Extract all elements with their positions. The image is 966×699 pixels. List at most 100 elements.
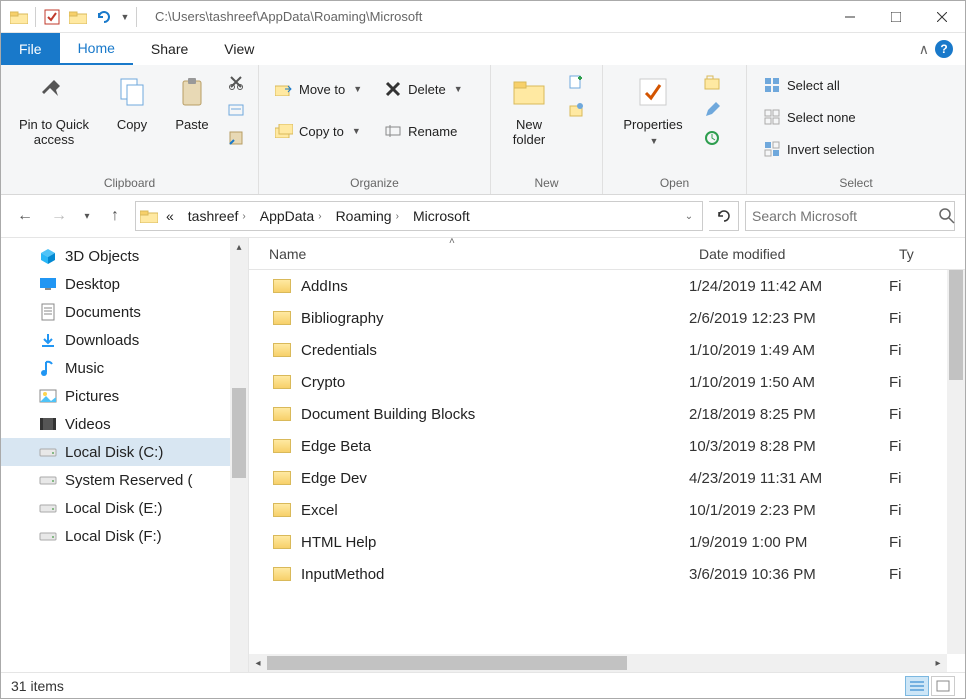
tree-item-videos[interactable]: Videos	[1, 410, 248, 438]
navpane-scrollbar[interactable]: ▴	[230, 238, 248, 672]
tree-item-music[interactable]: Music	[1, 354, 248, 382]
paste-shortcut-icon[interactable]	[227, 129, 245, 147]
group-label-clipboard: Clipboard	[1, 174, 258, 194]
maximize-button[interactable]	[873, 1, 919, 33]
tree-item-label: Local Disk (F:)	[65, 528, 162, 545]
hscroll-right-icon[interactable]: ▸	[929, 658, 947, 669]
file-row[interactable]: Credentials1/10/2019 1:49 AMFi	[249, 334, 947, 366]
move-to-button[interactable]: Move to▼	[269, 77, 368, 101]
details-view-button[interactable]	[905, 676, 929, 696]
thumbnails-view-button[interactable]	[931, 676, 955, 696]
tree-item-label: Local Disk (C:)	[65, 444, 163, 461]
collapse-ribbon-icon[interactable]: ∧	[919, 41, 929, 58]
qat-undo-icon[interactable]	[92, 5, 116, 29]
qat-customize-dropdown[interactable]: ▼	[118, 5, 132, 29]
address-dropdown[interactable]: ⌄	[680, 211, 698, 222]
tree-item-local-disk-f[interactable]: Local Disk (F:)	[1, 522, 248, 550]
tree-item-pictures[interactable]: Pictures	[1, 382, 248, 410]
tree-item-downloads[interactable]: Downloads	[1, 326, 248, 354]
list-vertical-scrollbar[interactable]	[947, 270, 965, 654]
hscroll-left-icon[interactable]: ◂	[249, 658, 267, 669]
copy-button[interactable]: Copy	[107, 71, 157, 132]
copy-to-button[interactable]: Copy to▼	[269, 119, 368, 143]
file-date: 1/10/2019 1:49 AM	[689, 342, 889, 359]
file-row[interactable]: Edge Dev4/23/2019 11:31 AMFi	[249, 462, 947, 494]
edit-icon[interactable]	[703, 101, 721, 119]
tree-item-system-reserved[interactable]: System Reserved (	[1, 466, 248, 494]
picture-icon	[39, 387, 57, 405]
tree-item-local-disk-c[interactable]: Local Disk (C:)	[1, 438, 248, 466]
tab-share[interactable]: Share	[133, 33, 206, 65]
file-name: Edge Beta	[301, 438, 371, 455]
file-row[interactable]: HTML Help1/9/2019 1:00 PMFi	[249, 526, 947, 558]
tab-file[interactable]: File	[1, 33, 60, 65]
tree-item-3d-objects[interactable]: 3D Objects	[1, 242, 248, 270]
file-name: Document Building Blocks	[301, 406, 475, 423]
delete-button[interactable]: Delete▼	[378, 77, 469, 101]
pin-to-quick-access-button[interactable]: Pin to Quick access	[11, 71, 97, 147]
tree-item-label: Videos	[65, 416, 111, 433]
properties-button[interactable]: Properties▼	[613, 71, 693, 146]
file-row[interactable]: AddIns1/24/2019 11:42 AMFi	[249, 270, 947, 302]
navpane-scroll-thumb[interactable]	[232, 388, 246, 478]
new-item-icon[interactable]	[567, 73, 585, 91]
breadcrumb-microsoft[interactable]: Microsoft	[407, 206, 476, 226]
rename-button[interactable]: Rename	[378, 119, 469, 143]
close-button[interactable]	[919, 1, 965, 33]
up-button[interactable]: ↑	[101, 202, 129, 230]
list-horizontal-scrollbar[interactable]: ◂ ▸	[249, 654, 947, 672]
forward-button[interactable]: →	[45, 202, 73, 230]
tab-view[interactable]: View	[206, 33, 272, 65]
title-bar: ▼ C:\Users\tashreef\AppData\Roaming\Micr…	[1, 1, 965, 33]
back-button[interactable]: ←	[11, 202, 39, 230]
qat-checkbox-icon[interactable]	[40, 5, 64, 29]
file-type: Fi	[889, 438, 947, 455]
open-icon[interactable]	[703, 73, 721, 91]
breadcrumb-overflow[interactable]: «	[160, 206, 180, 226]
new-folder-button[interactable]: New folder	[501, 71, 557, 147]
file-row[interactable]: InputMethod3/6/2019 10:36 PMFi	[249, 558, 947, 590]
history-icon[interactable]	[703, 129, 721, 147]
file-row[interactable]: Excel10/1/2019 2:23 PMFi	[249, 494, 947, 526]
breadcrumb-roaming[interactable]: Roaming›	[330, 206, 405, 226]
select-none-button[interactable]: Select none	[757, 105, 880, 129]
search-input[interactable]	[752, 208, 933, 224]
breadcrumb-tashreef[interactable]: tashreef›	[182, 206, 252, 226]
select-all-button[interactable]: Select all	[757, 73, 880, 97]
help-icon[interactable]: ?	[935, 40, 953, 58]
column-type[interactable]: Ty	[889, 246, 965, 262]
tree-item-documents[interactable]: Documents	[1, 298, 248, 326]
file-row[interactable]: Bibliography2/6/2019 12:23 PMFi	[249, 302, 947, 334]
tree-item-local-disk-e[interactable]: Local Disk (E:)	[1, 494, 248, 522]
search-box[interactable]	[745, 201, 955, 231]
address-bar[interactable]: « tashreef› AppData› Roaming› Microsoft …	[135, 201, 703, 231]
recent-locations-dropdown[interactable]: ▾	[79, 202, 95, 230]
navigation-pane: 3D ObjectsDesktopDocumentsDownloadsMusic…	[1, 238, 249, 672]
column-date-modified[interactable]: Date modified	[689, 246, 889, 262]
file-date: 1/10/2019 1:50 AM	[689, 374, 889, 391]
list-hscroll-thumb[interactable]	[267, 656, 627, 670]
tree-item-label: Local Disk (E:)	[65, 500, 163, 517]
search-icon[interactable]	[939, 208, 955, 224]
scroll-up-icon[interactable]: ▴	[230, 238, 248, 256]
minimize-button[interactable]	[827, 1, 873, 33]
file-row[interactable]: Document Building Blocks2/18/2019 8:25 P…	[249, 398, 947, 430]
copy-path-icon[interactable]	[227, 101, 245, 119]
file-type: Fi	[889, 342, 947, 359]
invert-selection-button[interactable]: Invert selection	[757, 137, 880, 161]
easy-access-icon[interactable]	[567, 101, 585, 119]
app-icon[interactable]	[7, 5, 31, 29]
properties-icon	[638, 77, 668, 107]
paste-button[interactable]: Paste	[167, 71, 217, 132]
breadcrumb-appdata[interactable]: AppData›	[254, 206, 328, 226]
folder-icon	[273, 279, 291, 293]
refresh-button[interactable]	[709, 201, 739, 231]
list-vscroll-thumb[interactable]	[949, 270, 963, 380]
column-name[interactable]: Name	[249, 246, 689, 262]
file-row[interactable]: Edge Beta10/3/2019 8:28 PMFi	[249, 430, 947, 462]
file-row[interactable]: Crypto1/10/2019 1:50 AMFi	[249, 366, 947, 398]
cut-icon[interactable]	[227, 73, 245, 91]
tree-item-desktop[interactable]: Desktop	[1, 270, 248, 298]
qat-folder-icon[interactable]	[66, 5, 90, 29]
tab-home[interactable]: Home	[60, 33, 133, 65]
